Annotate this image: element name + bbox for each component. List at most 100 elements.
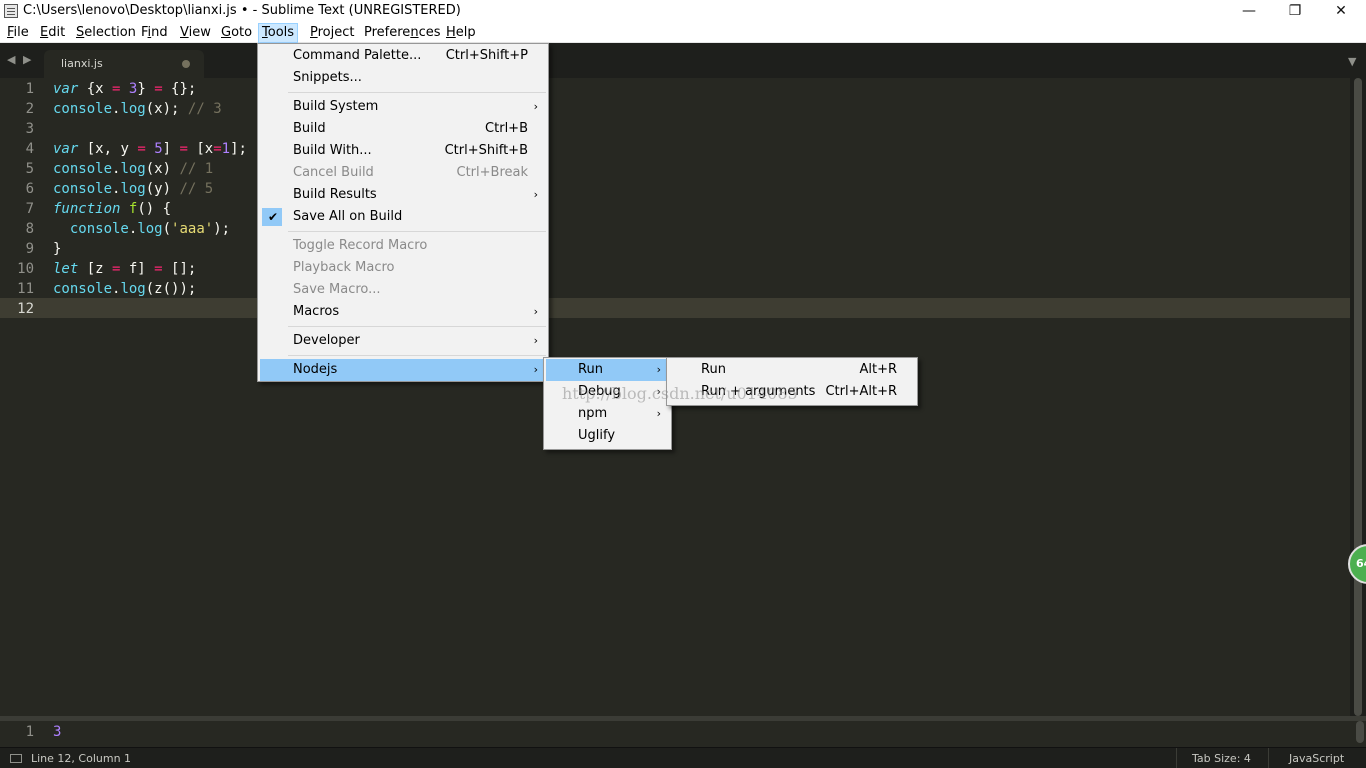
menu-item-playback-macro: Playback Macro (260, 257, 546, 279)
code-line: var [x, y = 5] = [x=1]; (53, 139, 247, 159)
code-token: 1 (221, 141, 231, 157)
menu-item-build-results[interactable]: Build Results › (260, 184, 546, 206)
menu-goto-label: oto (231, 25, 253, 40)
editor-scrollbar[interactable] (1350, 78, 1366, 716)
menu-item-snippets[interactable]: Snippets... (260, 67, 546, 89)
menu-file[interactable]: File (4, 23, 32, 43)
editor-scroll-thumb[interactable] (1354, 78, 1362, 716)
code-token: (y) (145, 181, 180, 197)
menu-item-label: Snippets... (293, 70, 362, 85)
menu-item-label: Command Palette... (293, 48, 422, 63)
menu-item-build-system[interactable]: Build System › (260, 96, 546, 118)
menu-item-debug[interactable]: Debug › (546, 381, 669, 403)
menu-item-build[interactable]: Build Ctrl+B (260, 118, 546, 140)
tab-scroll-right-icon[interactable]: ▶ (23, 53, 31, 66)
menu-item-run[interactable]: Run › (546, 359, 669, 381)
code-token: log (120, 281, 146, 297)
menu-preferences[interactable]: Preferences (361, 23, 443, 43)
code-token: = (179, 141, 188, 157)
menu-item-nodejs[interactable]: Nodejs › (260, 359, 546, 381)
output-line-number: 1 (25, 724, 34, 740)
show-panel-icon[interactable] (10, 754, 22, 763)
code-token: log (120, 181, 146, 197)
menu-item-label: Save Macro... (293, 282, 381, 297)
code-line: console.log(x) // 1 (53, 159, 213, 179)
tab-scroll-left-icon[interactable]: ◀ (7, 53, 15, 66)
code-token: = (213, 141, 222, 157)
menu-goto[interactable]: Goto (218, 23, 255, 43)
menu-item-label: Build (293, 121, 326, 136)
menu-item-save-all-on-build[interactable]: ✔ Save All on Build (260, 206, 546, 228)
status-separator (1176, 748, 1177, 768)
code-token: ); (213, 221, 231, 237)
menu-item-run-script[interactable]: Run Alt+R (669, 359, 915, 381)
menu-item-label: Build With... (293, 143, 372, 158)
menu-selection-label: election (84, 25, 136, 40)
code-token: [x (187, 141, 214, 157)
menu-item-uglify[interactable]: Uglify (546, 425, 669, 447)
close-button[interactable]: ✕ (1318, 0, 1364, 22)
menu-goto-mnemonic: G (221, 25, 232, 40)
menu-item-macros[interactable]: Macros › (260, 301, 546, 323)
unsaved-dot-icon[interactable] (182, 60, 190, 68)
code-token: ] (162, 141, 180, 157)
code-token: log (120, 101, 146, 117)
output-value: 3 (53, 724, 62, 740)
line-number: 8 (25, 221, 34, 237)
code-token: 'aaa' (171, 221, 214, 237)
title-bar: C:\Users\lenovo\Desktop\lianxi.js • - Su… (0, 0, 1366, 22)
submenu-arrow-icon: › (533, 334, 538, 347)
menu-help[interactable]: Help (443, 23, 479, 43)
code-token: var (53, 141, 79, 157)
output-panel[interactable]: 1 3 (0, 721, 1366, 745)
tab-list-dropdown-icon[interactable]: ▼ (1348, 55, 1356, 68)
menu-item-label: Nodejs (293, 362, 338, 377)
minimize-button[interactable]: — (1226, 0, 1272, 22)
menu-item-label: Build System (293, 99, 379, 114)
status-bar: Line 12, Column 1 Tab Size: 4 JavaScript (0, 747, 1366, 768)
menu-project-mnemonic: P (310, 25, 318, 40)
code-token: (x) (145, 161, 180, 177)
menu-view-label: iew (188, 25, 211, 40)
menu-find[interactable]: Find (138, 23, 171, 43)
menu-bar: File Edit Selection Find View Goto Tools… (0, 22, 1366, 43)
menu-view[interactable]: View (177, 23, 214, 43)
tab-lianxi-js[interactable]: lianxi.js (44, 50, 204, 78)
syntax-indicator[interactable]: JavaScript (1289, 752, 1344, 765)
output-scroll-thumb[interactable] (1356, 721, 1364, 743)
menu-selection[interactable]: Selection (73, 23, 139, 43)
menu-help-label: elp (455, 25, 476, 40)
tab-size-indicator[interactable]: Tab Size: 4 (1192, 752, 1251, 765)
tools-menu: Command Palette... Ctrl+Shift+P Snippets… (257, 43, 549, 382)
menu-item-label: npm (578, 406, 608, 421)
submenu-arrow-icon: › (533, 100, 538, 113)
line-number: 10 (17, 261, 34, 277)
menu-separator (288, 92, 546, 93)
tab-bar: ◀ ▶ lianxi.js ▼ (0, 43, 1366, 78)
code-token: ]; (230, 141, 247, 157)
menu-project[interactable]: Project (307, 23, 358, 43)
menu-item-developer[interactable]: Developer › (260, 330, 546, 352)
menu-tools[interactable]: Tools (258, 23, 299, 43)
code-token: // 3 (187, 101, 222, 117)
code-token: console (53, 161, 113, 177)
menu-item-label: Run (578, 362, 603, 377)
code-token: [z (78, 261, 113, 277)
menu-item-label: Macros (293, 304, 340, 319)
code-token: = (137, 141, 146, 157)
submenu-arrow-icon: › (533, 305, 538, 318)
menu-item-run-with-arguments[interactable]: Run + arguments Ctrl+Alt+R (669, 381, 915, 403)
menu-item-command-palette[interactable]: Command Palette... Ctrl+Shift+P (260, 45, 546, 67)
code-token: } (53, 241, 62, 257)
line-number: 7 (25, 201, 34, 217)
current-line-highlight (0, 298, 1350, 318)
menu-edit[interactable]: Edit (37, 23, 68, 43)
menu-item-shortcut: Ctrl+Shift+P (445, 48, 528, 63)
menu-help-mnemonic: H (446, 25, 456, 40)
menu-item-shortcut: Ctrl+Alt+R (825, 384, 897, 399)
menu-item-build-with[interactable]: Build With... Ctrl+Shift+B (260, 140, 546, 162)
restore-button[interactable]: ❐ (1272, 0, 1318, 22)
menu-item-npm[interactable]: npm › (546, 403, 669, 425)
